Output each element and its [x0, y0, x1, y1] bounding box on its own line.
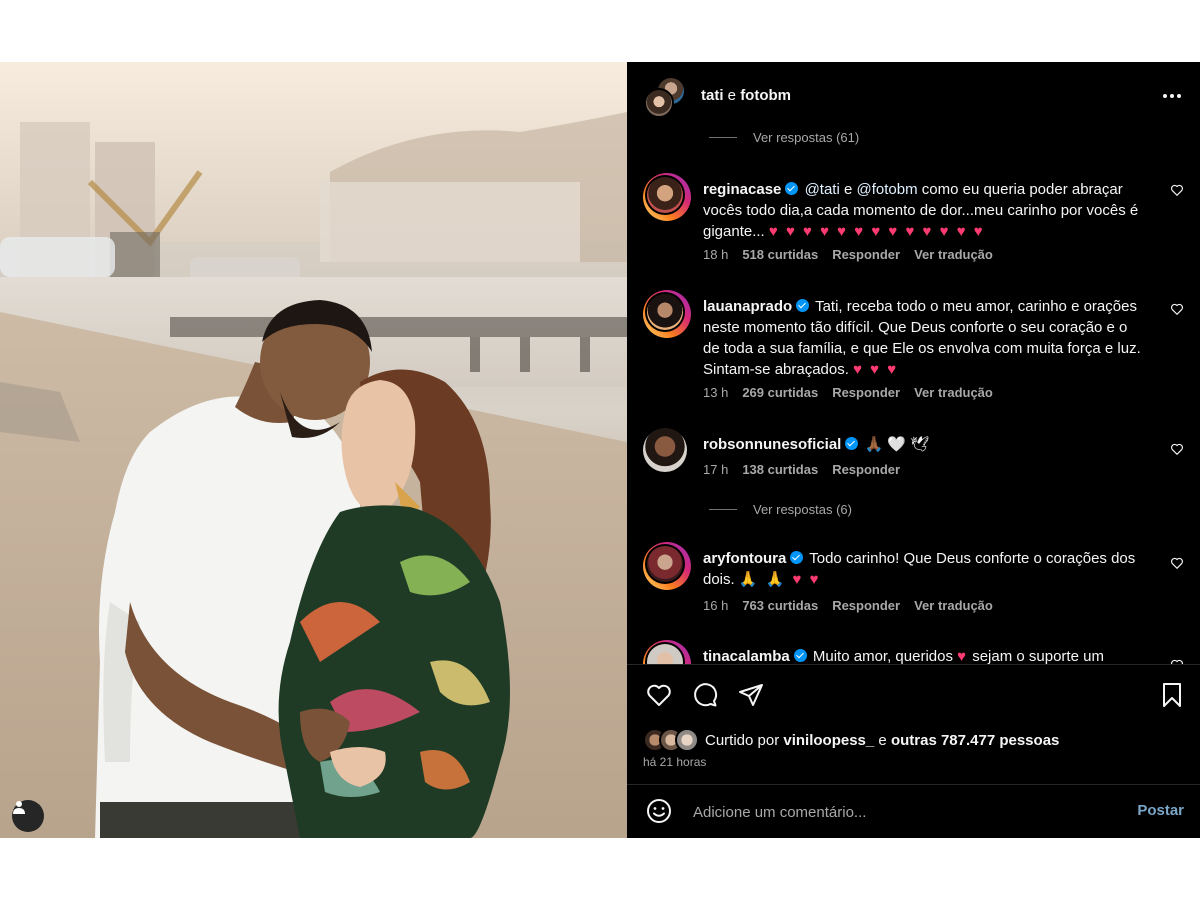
comment-time: 18 h	[703, 247, 729, 262]
comment-item: lauanaprado Tati, receba todo o meu amor…	[643, 290, 1200, 400]
post-comment-button[interactable]: Postar	[1137, 802, 1184, 819]
author-connector: e	[727, 87, 737, 104]
view-replies-button[interactable]: Ver respostas (6)	[709, 502, 852, 517]
view-replies-label: Ver respostas (6)	[753, 502, 852, 517]
comment-time: 16 h	[703, 598, 729, 613]
comment-username[interactable]: reginacase	[703, 181, 781, 198]
comment-item: robsonnunesoficial 🙏🏾 🤍 🕊 17 h 138 curti…	[643, 428, 1200, 488]
liker-username[interactable]: viniloopess_	[783, 732, 874, 749]
comment-bubble-icon[interactable]	[691, 681, 719, 709]
more-options-button[interactable]	[1160, 84, 1184, 108]
post-side-panel: tati e fotobm Ver respostas (61) reginac…	[627, 62, 1200, 838]
verified-badge-icon	[790, 551, 804, 564]
view-replies-label: Ver respostas (61)	[753, 130, 860, 145]
likes-prefix: Curtido por	[705, 731, 780, 749]
reply-button[interactable]: Responder	[832, 247, 900, 262]
avatar[interactable]	[643, 428, 687, 472]
view-replies-button[interactable]: Ver respostas (61)	[709, 130, 859, 145]
comment-meta: 13 h 269 curtidas Responder Ver tradução	[703, 385, 993, 400]
reply-button[interactable]: Responder	[832, 462, 900, 477]
comments-list[interactable]: Ver respostas (61) reginacase @tati e @f…	[627, 130, 1200, 664]
heart-icon[interactable]	[645, 681, 673, 709]
comment-text-part: Muito amor, queridos	[812, 648, 953, 664]
comment-text-part: e	[839, 181, 857, 198]
avatar	[644, 88, 674, 118]
comment-input[interactable]	[691, 799, 1115, 825]
comment-emojis: 🙏🏾 🤍 🕊	[864, 436, 930, 453]
likes-summary: Curtido por viniloopess_ e outras 787.47…	[643, 728, 1059, 752]
reply-button[interactable]: Responder	[832, 598, 900, 613]
comment-heart-icon[interactable]	[1170, 302, 1184, 316]
translate-button[interactable]: Ver tradução	[914, 385, 993, 400]
ellipsis-icon	[1163, 94, 1167, 98]
instagram-post: tati e fotobm Ver respostas (61) reginac…	[0, 62, 1200, 838]
comment-meta: 18 h 518 curtidas Responder Ver tradução	[703, 247, 993, 262]
avatar[interactable]	[643, 640, 691, 664]
comment-emojis: 🙏 🙏 ♥ ♥	[738, 571, 821, 588]
couple-photo-illustration	[0, 62, 627, 838]
paper-plane-icon[interactable]	[737, 681, 765, 709]
comment-username[interactable]: lauanaprado	[703, 298, 792, 315]
comment-username[interactable]: robsonnunesoficial	[703, 436, 841, 453]
verified-badge-icon	[845, 437, 859, 450]
comment-likes[interactable]: 138 curtidas	[742, 462, 818, 477]
comment-likes[interactable]: 763 curtidas	[742, 598, 818, 613]
add-comment-bar: Postar	[627, 785, 1200, 838]
verified-badge-icon	[793, 649, 807, 662]
comment-item: tinacalamba Muito amor, queridos ♥ sejam…	[643, 640, 1200, 664]
avatar[interactable]	[643, 290, 691, 338]
smiley-icon[interactable]	[645, 797, 673, 825]
mention-link[interactable]: @tati	[805, 181, 840, 198]
comment-meta: 17 h 138 curtidas Responder	[703, 462, 900, 477]
comment-time: 13 h	[703, 385, 729, 400]
collab-avatars[interactable]	[644, 76, 686, 118]
bookmark-icon[interactable]	[1158, 681, 1186, 709]
comment-meta: 16 h 763 curtidas Responder Ver tradução	[703, 598, 993, 613]
replies-divider	[709, 137, 737, 138]
post-authors: tati e fotobm	[701, 87, 791, 104]
post-header: tati e fotobm	[627, 62, 1200, 130]
comment-time: 17 h	[703, 462, 729, 477]
comment-heart-icon[interactable]	[1170, 183, 1184, 197]
comment-text: tinacalamba Muito amor, queridos ♥ sejam…	[703, 646, 1143, 664]
replies-divider	[709, 509, 737, 510]
user-tag-button[interactable]	[12, 800, 44, 832]
translate-button[interactable]: Ver tradução	[914, 598, 993, 613]
mention-link[interactable]: @fotobm	[857, 181, 918, 198]
comment-emojis: ♥	[957, 648, 969, 664]
comment-emojis: ♥ ♥ ♥	[853, 361, 899, 378]
comment-text: aryfontoura Todo carinho! Que Deus confo…	[703, 548, 1143, 590]
user-tag-icon	[13, 801, 25, 814]
comment-likes[interactable]: 518 curtidas	[742, 247, 818, 262]
likes-text: Curtido por viniloopess_ e outras 787.47…	[705, 732, 1059, 749]
avatar[interactable]	[643, 173, 691, 221]
comment-text: lauanaprado Tati, receba todo o meu amor…	[703, 296, 1143, 380]
post-timestamp[interactable]: há 21 horas	[643, 755, 706, 769]
comment-heart-icon[interactable]	[1170, 442, 1184, 456]
comment-text: robsonnunesoficial 🙏🏾 🤍 🕊	[703, 434, 1143, 455]
likes-others-link[interactable]: outras 787.477 pessoas	[891, 732, 1059, 749]
comment-item: aryfontoura Todo carinho! Que Deus confo…	[643, 542, 1200, 622]
comment-likes[interactable]: 269 curtidas	[742, 385, 818, 400]
verified-badge-icon	[785, 182, 799, 195]
author-username[interactable]: tati	[701, 87, 724, 104]
comment-emojis: ♥ ♥ ♥ ♥ ♥ ♥ ♥ ♥ ♥ ♥ ♥ ♥ ♥	[768, 223, 985, 240]
author-username[interactable]: fotobm	[740, 87, 791, 104]
post-actions	[627, 665, 1200, 725]
post-photo[interactable]	[0, 62, 627, 838]
verified-badge-icon	[796, 299, 810, 312]
comment-username[interactable]: aryfontoura	[703, 550, 786, 567]
comment-username[interactable]: tinacalamba	[703, 648, 790, 664]
comment-heart-icon[interactable]	[1170, 556, 1184, 570]
likes-connector: e	[878, 731, 887, 749]
translate-button[interactable]: Ver tradução	[914, 247, 993, 262]
comment-item: reginacase @tati e @fotobm como eu queri…	[643, 173, 1200, 263]
avatar[interactable]	[643, 542, 691, 590]
comment-text: reginacase @tati e @fotobm como eu queri…	[703, 179, 1143, 242]
avatar	[675, 728, 699, 752]
comment-text-part: sejam o suporte um	[972, 648, 1104, 664]
reply-button[interactable]: Responder	[832, 385, 900, 400]
